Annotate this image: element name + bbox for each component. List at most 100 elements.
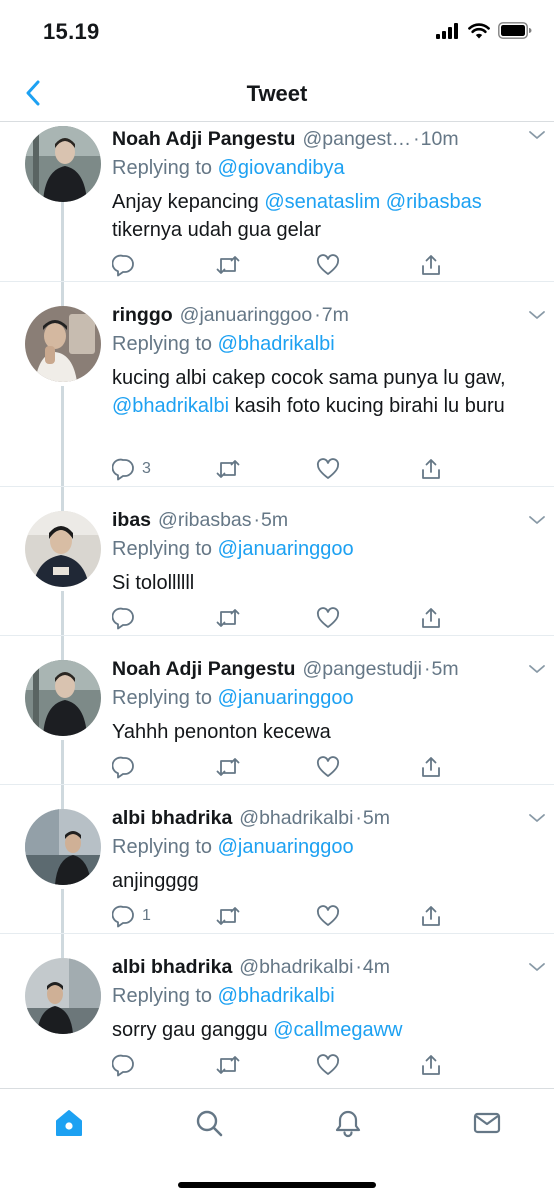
- author-handle[interactable]: @bhadrikalbi: [239, 954, 353, 980]
- author-handle[interactable]: @januaringgoo: [180, 302, 313, 328]
- tweet-text: Yahhh penonton kecewa: [112, 718, 534, 746]
- reply-button[interactable]: [112, 253, 142, 277]
- author-name[interactable]: ringgo: [112, 302, 173, 328]
- tweet-time: 5m: [261, 509, 289, 531]
- avatar[interactable]: [25, 958, 101, 1034]
- retweet-button[interactable]: [215, 755, 241, 779]
- like-button[interactable]: [316, 457, 340, 481]
- share-icon: [422, 1055, 440, 1075]
- tweet-reply[interactable]: Noah Adji Pangestu @pangest… · 10m Reply…: [0, 122, 554, 282]
- share-button[interactable]: [419, 1053, 443, 1077]
- avatar[interactable]: [25, 660, 101, 736]
- tweet-time: 5m: [431, 658, 459, 680]
- replying-to: Replying to @bhadrikalbi: [112, 982, 534, 1010]
- reply-icon: [112, 607, 134, 630]
- tab-messages[interactable]: [467, 1103, 507, 1143]
- author-handle[interactable]: @ribasbas: [158, 507, 252, 533]
- tweet-text: Si tolollllll: [112, 569, 534, 597]
- reply-count: 3: [142, 460, 151, 477]
- thread-line: [61, 386, 64, 487]
- author-handle[interactable]: @pangestudji: [302, 656, 422, 682]
- share-button[interactable]: [419, 606, 443, 630]
- author-name[interactable]: Noah Adji Pangestu: [112, 126, 295, 152]
- replying-to-link[interactable]: @bhadrikalbi: [218, 985, 335, 1007]
- retweet-button[interactable]: [215, 904, 241, 928]
- tweet-menu-button[interactable]: [528, 662, 546, 680]
- tweet-text: sorry gau ganggu @callmegaww: [112, 1016, 534, 1044]
- replying-to-link[interactable]: @bhadrikalbi: [218, 333, 335, 355]
- mention-link[interactable]: @callmegaww: [273, 1019, 402, 1041]
- like-button[interactable]: [316, 904, 340, 928]
- thread-line: [61, 785, 64, 809]
- home-icon: [56, 1110, 82, 1136]
- tweet-reply[interactable]: albi bhadrika @bhadrikalbi · 4m Replying…: [0, 934, 554, 1088]
- tweet-text-segment: kasih foto kucing birahi lu buru: [229, 395, 505, 417]
- like-button[interactable]: [316, 1053, 340, 1077]
- mention-link[interactable]: @senataslim: [264, 191, 380, 213]
- tweet-menu-button[interactable]: [528, 811, 546, 829]
- retweet-button[interactable]: [215, 253, 241, 277]
- author-name[interactable]: ibas: [112, 507, 151, 533]
- tweet-menu-button[interactable]: [528, 308, 546, 326]
- author-name[interactable]: albi bhadrika: [112, 954, 232, 980]
- retweet-button[interactable]: [215, 1053, 241, 1077]
- tweet-header: ringgo @januaringgoo · 7m: [112, 302, 534, 328]
- avatar[interactable]: [25, 809, 101, 885]
- tab-search[interactable]: [189, 1103, 229, 1143]
- replying-to-link[interactable]: @januaringgoo: [218, 538, 354, 560]
- share-button[interactable]: [419, 457, 443, 481]
- avatar[interactable]: [25, 126, 101, 202]
- like-button[interactable]: [316, 606, 340, 630]
- tweet-actions: [112, 1053, 457, 1079]
- retweet-icon: [216, 1056, 240, 1074]
- mention-link[interactable]: @ribasbas: [386, 191, 482, 213]
- chevron-down-icon: [529, 963, 545, 971]
- retweet-button[interactable]: [215, 457, 241, 481]
- tweet-text-segment: anjingggg: [112, 870, 199, 892]
- retweet-icon: [216, 256, 240, 274]
- author-name[interactable]: Noah Adji Pangestu: [112, 656, 295, 682]
- retweet-button[interactable]: [215, 606, 241, 630]
- like-button[interactable]: [316, 755, 340, 779]
- tweet-reply[interactable]: ringgo @januaringgoo · 7m Replying to @b…: [0, 282, 554, 487]
- replying-to-link[interactable]: @januaringgoo: [218, 687, 354, 709]
- share-button[interactable]: [419, 755, 443, 779]
- thread-line: [61, 934, 64, 958]
- separator-dot: ·: [314, 304, 321, 326]
- author-name[interactable]: albi bhadrika: [112, 805, 232, 831]
- tweet-reply[interactable]: ibas @ribasbas · 5m Replying to @januari…: [0, 487, 554, 636]
- reply-icon: [112, 756, 134, 779]
- author-handle[interactable]: @bhadrikalbi: [239, 805, 353, 831]
- tweet-reply[interactable]: albi bhadrika @bhadrikalbi · 5m Replying…: [0, 785, 554, 934]
- share-button[interactable]: [419, 904, 443, 928]
- avatar[interactable]: [25, 511, 101, 587]
- tweet-menu-button[interactable]: [528, 128, 546, 146]
- tab-home[interactable]: [49, 1103, 89, 1143]
- replying-to-link[interactable]: @januaringgoo: [218, 836, 354, 858]
- tweet-text: anjingggg: [112, 867, 534, 895]
- tweet-menu-button[interactable]: [528, 960, 546, 978]
- replying-to-link[interactable]: @giovandibya: [218, 157, 345, 179]
- share-icon: [422, 255, 440, 275]
- avatar[interactable]: [25, 306, 101, 382]
- reply-button[interactable]: [112, 1053, 142, 1077]
- thread-line: [61, 202, 64, 282]
- mention-link[interactable]: @bhadrikalbi: [112, 395, 229, 417]
- tab-notifications[interactable]: [328, 1103, 368, 1143]
- tweet-text-segment: tikernya udah gua gelar: [112, 219, 322, 241]
- reply-button[interactable]: 1: [112, 904, 151, 928]
- tweet-menu-button[interactable]: [528, 513, 546, 531]
- reply-button[interactable]: 3: [112, 457, 151, 481]
- reply-button[interactable]: [112, 606, 142, 630]
- tweet-reply[interactable]: Noah Adji Pangestu @pangestudji · 5m Rep…: [0, 636, 554, 785]
- heart-icon: [316, 756, 340, 777]
- tweet-actions: 1: [112, 904, 457, 930]
- tweet-text: Anjay kepancing @senataslim @ribasbas ti…: [112, 188, 534, 244]
- mail-icon: [473, 1112, 501, 1134]
- author-handle[interactable]: @pangest…: [302, 126, 411, 152]
- status-icons: [436, 22, 532, 39]
- reply-button[interactable]: [112, 755, 142, 779]
- like-button[interactable]: [316, 253, 340, 277]
- share-button[interactable]: [419, 253, 443, 277]
- replying-to: Replying to @januaringgoo: [112, 833, 534, 861]
